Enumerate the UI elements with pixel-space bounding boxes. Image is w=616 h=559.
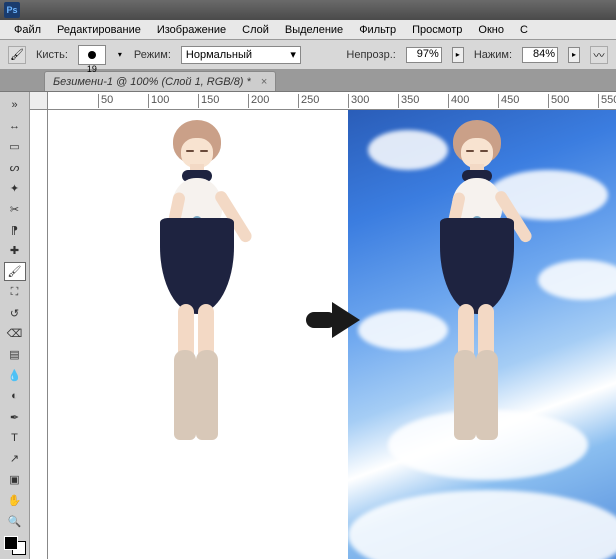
path-tool[interactable]: ↗	[4, 449, 26, 468]
menu-view[interactable]: Просмотр	[404, 22, 470, 38]
marquee-tool[interactable]: ▭	[4, 138, 26, 157]
options-bar: 🖌 Кисть: 19 ▾ Режим: Нормальный ▾ Непроз…	[0, 40, 616, 70]
document-tab[interactable]: Безимени-1 @ 100% (Слой 1, RGB/8) * ×	[44, 71, 276, 91]
ruler-tick: 450	[498, 94, 519, 108]
title-bar: Ps	[0, 0, 616, 20]
menu-bar: Файл Редактирование Изображение Слой Выд…	[0, 20, 616, 40]
opacity-arrow-icon[interactable]: ▸	[452, 47, 464, 63]
document-title: Безимени-1 @ 100% (Слой 1, RGB/8) *	[53, 76, 251, 88]
menu-window[interactable]: Окно	[470, 22, 512, 38]
ruler-tick: 150	[198, 94, 219, 108]
mode-select[interactable]: Нормальный ▾	[181, 46, 301, 64]
mode-value: Нормальный	[186, 49, 252, 61]
menu-edit[interactable]: Редактирование	[49, 22, 149, 38]
chevron-down-icon: ▾	[290, 48, 296, 61]
stamp-tool[interactable]: ⛶	[4, 283, 26, 302]
ruler-vertical[interactable]	[30, 110, 48, 559]
move-tool[interactable]: ↔	[4, 117, 26, 136]
menu-layer[interactable]: Слой	[234, 22, 277, 38]
lasso-tool[interactable]: ᔕ	[4, 158, 26, 177]
tool-preset-icon[interactable]: 🖌	[8, 46, 26, 64]
ruler-tick: 500	[548, 94, 569, 108]
history-brush-tool[interactable]: ↺	[4, 304, 26, 323]
foreground-swatch[interactable]	[4, 536, 18, 550]
ruler-tick: 250	[298, 94, 319, 108]
ps-mini-icon: »	[4, 96, 26, 115]
airbrush-icon[interactable]: 〰	[590, 46, 608, 64]
canvas-area: 50 100 150 200 250 300 350 400 450 500 5…	[30, 92, 616, 559]
flow-label: Нажим:	[474, 49, 512, 61]
chevron-down-icon[interactable]: ▾	[116, 50, 124, 59]
ruler-tick: 400	[448, 94, 469, 108]
menu-filter[interactable]: Фильтр	[351, 22, 404, 38]
brush-size-value: 19	[87, 64, 97, 74]
ruler-tick: 50	[98, 94, 113, 108]
eraser-tool[interactable]: ⌫	[4, 325, 26, 344]
healing-tool[interactable]: ✚	[4, 241, 26, 260]
menu-file[interactable]: Файл	[6, 22, 49, 38]
opacity-input[interactable]: 97%	[406, 47, 442, 63]
color-swatches[interactable]	[4, 536, 26, 554]
ruler-tick: 550	[598, 94, 616, 108]
hand-tool[interactable]: ✋	[4, 491, 26, 510]
brush-label: Кисть:	[36, 49, 68, 61]
eyedropper-tool[interactable]: ⁋	[4, 221, 26, 240]
arrow-right-icon	[306, 300, 366, 340]
mode-label: Режим:	[134, 49, 171, 61]
close-icon[interactable]: ×	[261, 76, 267, 88]
brush-tool[interactable]: 🖌	[4, 262, 26, 281]
menu-image[interactable]: Изображение	[149, 22, 234, 38]
menu-help[interactable]: С	[512, 22, 536, 38]
ruler-corner	[30, 92, 48, 110]
brush-dot-icon	[88, 51, 96, 59]
zoom-tool[interactable]: 🔍	[4, 512, 26, 531]
toolbox: » ↔ ▭ ᔕ ✦ ✂ ⁋ ✚ 🖌 ⛶ ↺ ⌫ ▤ 💧 ◐ ✒ T ↗ ▣ ✋ …	[0, 92, 30, 559]
blur-tool[interactable]: 💧	[4, 366, 26, 385]
ruler-tick: 350	[398, 94, 419, 108]
crop-tool[interactable]: ✂	[4, 200, 26, 219]
app-icon: Ps	[4, 2, 20, 18]
ruler-horizontal[interactable]: 50 100 150 200 250 300 350 400 450 500 5…	[48, 92, 616, 110]
brush-preview[interactable]: 19	[78, 45, 106, 65]
gradient-tool[interactable]: ▤	[4, 345, 26, 364]
type-tool[interactable]: T	[4, 429, 26, 448]
workspace: » ↔ ▭ ᔕ ✦ ✂ ⁋ ✚ 🖌 ⛶ ↺ ⌫ ▤ 💧 ◐ ✒ T ↗ ▣ ✋ …	[0, 92, 616, 559]
ruler-tick: 300	[348, 94, 369, 108]
pen-tool[interactable]: ✒	[4, 408, 26, 427]
ruler-tick: 200	[248, 94, 269, 108]
canvas[interactable]	[48, 110, 616, 559]
flow-arrow-icon[interactable]: ▸	[568, 47, 580, 63]
wand-tool[interactable]: ✦	[4, 179, 26, 198]
menu-select[interactable]: Выделение	[277, 22, 351, 38]
flow-input[interactable]: 84%	[522, 47, 558, 63]
ruler-tick: 100	[148, 94, 169, 108]
opacity-label: Непрозр.:	[346, 49, 395, 61]
shape-tool[interactable]: ▣	[4, 470, 26, 489]
dodge-tool[interactable]: ◐	[4, 387, 26, 406]
